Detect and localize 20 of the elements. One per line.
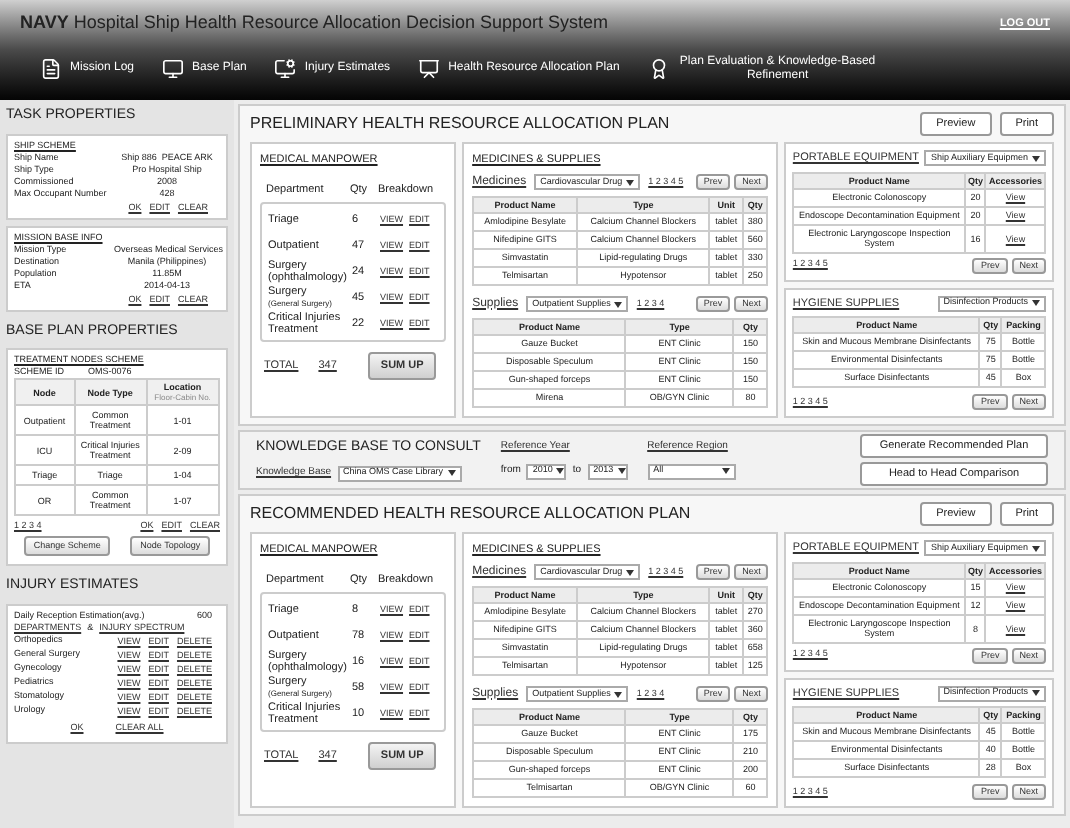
- caret-icon: [1032, 545, 1040, 552]
- caret-icon: [721, 468, 730, 475]
- caret-icon: [614, 301, 623, 307]
- caret-icon: [1032, 690, 1040, 697]
- plan-title: PRELIMINARY HEALTH RESOURCE ALLOCATION PLAN: [250, 112, 670, 137]
- badge-icon: [647, 58, 670, 80]
- caret-icon: [556, 468, 565, 475]
- plan-title: RECOMMENDED HEALTH RESOURCE ALLOCATION PLAN: [250, 502, 691, 527]
- caret-icon: [447, 470, 456, 477]
- caret-icon: [1032, 155, 1040, 162]
- monitor-gear-icon: [274, 58, 297, 80]
- caret-icon: [626, 179, 635, 185]
- caret-icon: [614, 691, 623, 697]
- caret-icon: [1032, 300, 1040, 307]
- app-title: NAVY Hospital Ship Health Resource Allocation Decision Support System: [20, 10, 608, 36]
- document-icon: [40, 58, 62, 80]
- caret-icon: [617, 468, 626, 475]
- caret-icon: [626, 569, 635, 575]
- monitor-icon: [162, 58, 185, 80]
- presentation-icon: [418, 58, 441, 80]
